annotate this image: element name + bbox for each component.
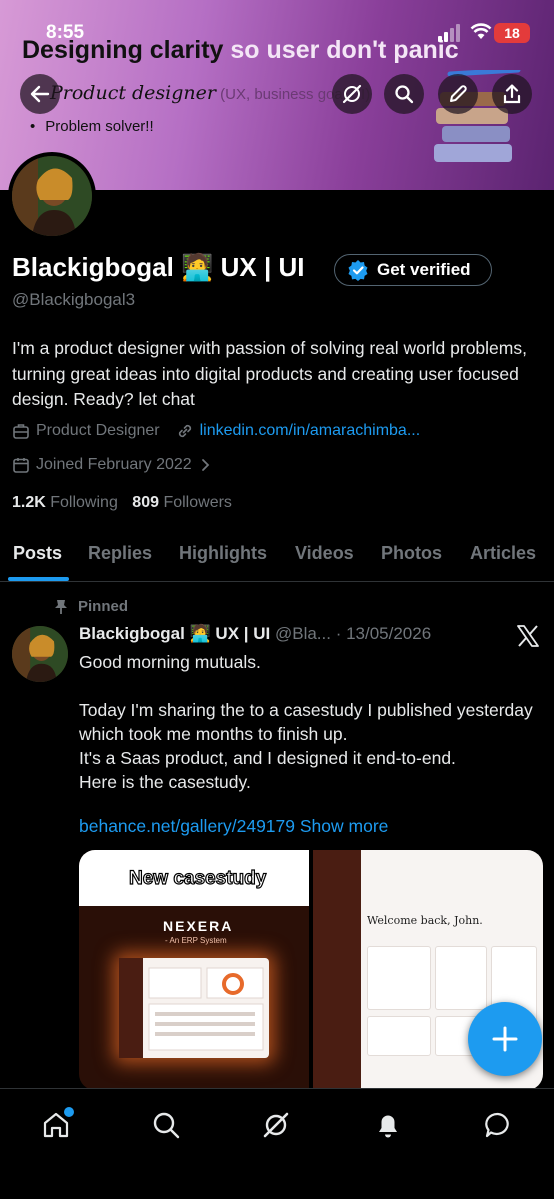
notification-dot [64,1107,74,1117]
battery-indicator: 18 [494,23,530,43]
show-more-link[interactable]: Show more [295,816,389,836]
chevron-right-icon [201,459,209,471]
grok-icon [263,1112,289,1138]
compose-button[interactable] [468,1002,542,1076]
banner-bullet: Problem solver!! [30,118,153,135]
bottom-navigation [0,1088,554,1199]
wifi-icon [470,23,492,39]
tab-videos[interactable]: Videos [295,543,354,564]
get-verified-button[interactable]: Get verified [334,254,492,286]
followers-count: 809 [132,494,159,511]
get-verified-label: Get verified [377,260,471,279]
verified-badge-icon [348,260,368,281]
nav-search[interactable] [148,1107,184,1143]
back-button[interactable] [20,74,60,114]
nav-grok[interactable] [258,1107,294,1143]
dashboard-mockup [119,958,269,1058]
share-icon [503,84,521,104]
media-brand-sub: - An ERP System [165,936,227,945]
grok-icon [342,84,362,104]
search-icon [395,85,414,104]
followers-label: Followers [163,494,232,511]
search-button[interactable] [384,74,424,114]
tab-highlights[interactable]: Highlights [179,543,267,564]
media-caption: New casestudy [128,867,267,889]
media-welcome-heading: Welcome back, John. [367,914,483,927]
following-label: Following [50,494,118,511]
tab-articles[interactable]: Articles [470,543,536,564]
follow-counts: 1.2K Following 809 Followers [12,494,232,512]
post-link[interactable]: behance.net/gallery/249179 Show more [79,816,388,837]
notifications-icon [379,1115,397,1138]
profile-meta-row: Product Designer linkedin.com/in/amarach… [12,422,420,440]
calendar-icon [13,458,29,473]
edit-icon [450,85,467,102]
post-text: Good morning mutuals. Today I'm sharing … [79,652,533,792]
profile-tabs: Posts Replies Highlights Videos Photos A… [0,530,554,582]
behance-link[interactable]: behance.net/gallery/249179 [79,816,295,836]
share-button[interactable] [492,74,532,114]
profile-handle: @Blackigbogal3 [12,290,136,309]
tab-photos[interactable]: Photos [381,543,442,564]
nav-home[interactable] [38,1107,74,1143]
back-arrow-icon [30,85,50,103]
banner-subtitle: Product designer (UX, business goal UI) [50,82,371,104]
nav-notifications[interactable] [370,1107,406,1143]
profile-name: Blackigbogal 🧑‍💻 UX | UI [12,252,305,282]
media-image-casestudy[interactable]: New casestudy NEXERA - An ERP System [79,850,309,1090]
followers-link[interactable]: 809 Followers [132,494,232,511]
profile-profession: Product Designer [36,422,160,439]
avatar-image [12,626,68,682]
x-logo-icon[interactable] [516,624,540,648]
edit-button[interactable] [438,74,478,114]
link-icon [178,424,191,438]
following-count: 1.2K [12,494,46,511]
active-tab-indicator [8,577,69,581]
tab-replies[interactable]: Replies [88,543,152,564]
status-bar: 8:55 18 [0,0,554,60]
search-icon [153,1112,180,1139]
messages-icon [485,1112,509,1138]
cellular-signal-icon [438,24,460,42]
nav-messages[interactable] [480,1107,516,1143]
post-author-name[interactable]: Blackigbogal 🧑‍💻 UX | UI [79,624,270,643]
profile-website-link[interactable]: linkedin.com/in/amarachimba... [200,422,421,440]
joined-date: Joined February 2022 [36,456,192,473]
joined-row[interactable]: Joined February 2022 [12,456,212,474]
pinned-indicator: Pinned [54,598,128,615]
plus-icon [492,1026,518,1052]
pin-icon [55,599,67,614]
pinned-label: Pinned [78,598,129,615]
grok-button[interactable] [332,74,372,114]
profile-bio: I'm a product designer with passion of s… [12,338,527,409]
post-author-avatar[interactable] [12,626,68,682]
tab-posts[interactable]: Posts [13,543,62,564]
clock: 8:55 [46,22,85,43]
profile-avatar[interactable] [8,152,96,240]
mockup-graphic [119,958,264,1058]
avatar-image [12,156,92,236]
briefcase-icon [13,424,29,439]
post-handle-date: @Bla... · 13/05/2026 [274,624,432,643]
post-header: Blackigbogal 🧑‍💻 UX | UI @Bla... · 13/05… [79,624,431,644]
media-brand: NEXERA [163,918,234,934]
following-link[interactable]: 1.2K Following [12,494,118,511]
